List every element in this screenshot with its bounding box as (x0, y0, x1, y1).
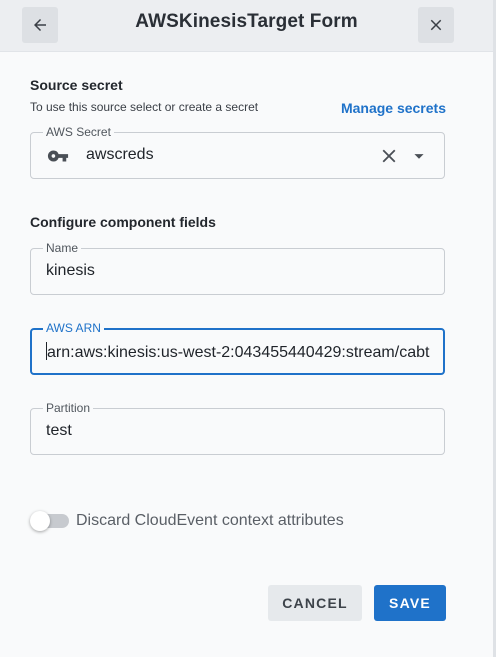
manage-secrets-link[interactable]: Manage secrets (341, 100, 446, 116)
aws-secret-select[interactable]: AWS Secret awscreds (30, 125, 445, 179)
source-secret-title: Source secret (30, 77, 123, 93)
close-icon (430, 19, 442, 31)
source-secret-hint: To use this source select or create a se… (30, 100, 259, 114)
discard-attributes-label: Discard CloudEvent context attributes (76, 512, 344, 529)
name-value: kinesis (46, 262, 95, 279)
toggle-knob[interactable] (30, 511, 50, 531)
aws-arn-field[interactable]: AWS ARN arn:aws:kinesis:us-west-2:043455… (30, 321, 445, 375)
component-fields-title: Configure component fields (30, 214, 216, 230)
aws-arn-label: AWS ARN (43, 321, 104, 335)
aws-secret-label: AWS Secret (43, 125, 114, 139)
partition-label: Partition (43, 401, 94, 415)
aws-arn-input: arn:aws:kinesis:us-west-2:043455440429:s… (46, 342, 441, 362)
aws-secret-value: awscreds (86, 146, 154, 163)
aws-arn-value: arn:aws:kinesis:us-west-2:043455440429:s… (47, 344, 430, 361)
key-icon (47, 145, 69, 172)
arrow-left-icon (34, 19, 46, 31)
partition-field[interactable]: Partition test (30, 401, 445, 455)
caret-down-icon[interactable] (408, 145, 430, 172)
close-button[interactable] (418, 7, 454, 43)
discard-attributes-toggle[interactable] (30, 511, 69, 531)
page-title: AWSKinesisTarget Form (135, 11, 358, 32)
back-button[interactable] (22, 7, 58, 43)
save-button[interactable]: SAVE (374, 585, 446, 621)
clear-icon[interactable] (378, 145, 400, 172)
name-label: Name (43, 241, 82, 255)
partition-value: test (46, 422, 72, 439)
cancel-button[interactable]: CANCEL (268, 585, 362, 621)
name-field[interactable]: Name kinesis (30, 241, 445, 295)
dialog-header: AWSKinesisTarget Form (0, 0, 493, 52)
